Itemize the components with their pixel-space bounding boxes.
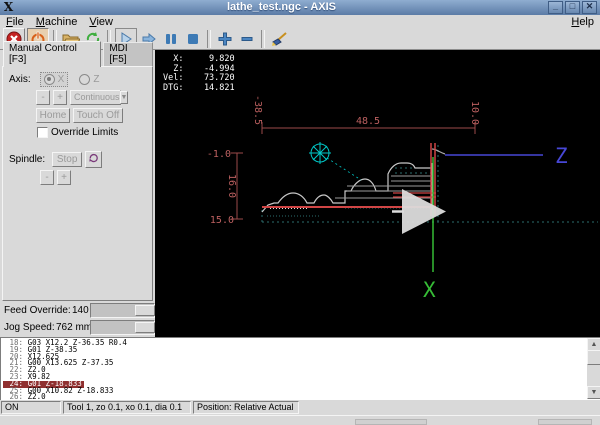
gcode-scrollbar[interactable]: ▲ ▼: [587, 338, 600, 399]
zoom-in-button[interactable]: [215, 28, 235, 49]
jog-speed-slider-thumb[interactable]: [135, 322, 155, 333]
scroll-down-icon[interactable]: ▼: [587, 386, 600, 399]
menubar-right: Help: [565, 16, 600, 28]
tool-info-status: Tool 1, zo 0.1, xo 0.1, dia 0.1: [63, 401, 191, 414]
axis-radio-group: XZ: [39, 72, 103, 87]
touch-off-button[interactable]: Touch Off: [73, 108, 123, 123]
spindle-label: Spindle:: [9, 154, 46, 165]
tab-manual-control[interactable]: Manual Control [F3]: [3, 41, 102, 67]
window-icon[interactable]: X: [2, 1, 15, 14]
jog-mode-value: Continuous: [74, 92, 120, 102]
dim-height: 16.0: [226, 174, 237, 198]
dim-bottom: 15.0: [210, 215, 234, 226]
minimize-button[interactable]: _: [548, 1, 563, 14]
jog-plus-button[interactable]: +: [53, 90, 67, 105]
spindle-minus-button[interactable]: -: [40, 170, 54, 185]
position-mode-status: Position: Relative Actual: [193, 401, 299, 414]
status-bar: ON Tool 1, zo 0.1, xo 0.1, dia 0.1 Posit…: [0, 400, 600, 415]
preview-plot[interactable]: X: 9.820 Z: -4.994 Vel: 73.720 DTG: 14.8…: [155, 50, 600, 337]
menubar-left: File Machine View: [0, 16, 565, 28]
dim-right: 10.0: [469, 101, 480, 125]
radio-icon[interactable]: [79, 74, 91, 85]
spindle-forward-button[interactable]: [85, 151, 103, 168]
window-title: lathe_test.ngc - AXIS: [226, 1, 336, 13]
menu-view[interactable]: View: [83, 16, 119, 28]
toolpath-canvas: 48.5 -38.5 10.0 -1.0 16.0 15.0 Z X: [207, 95, 598, 302]
scrollbar-thumb[interactable]: [587, 350, 600, 365]
tab-mdi[interactable]: MDI [F5]: [103, 42, 153, 67]
override-limits-checkbox[interactable]: [37, 127, 48, 138]
stop-icon: [188, 33, 198, 44]
gcode-lines: 18: G03 X12.2 Z-36.35 R0.4 19: G01 Z-38.…: [3, 339, 586, 400]
zoom-out-button[interactable]: [237, 28, 257, 49]
spindle-rotate-icon: [89, 153, 98, 163]
tool-marker-icon: [309, 142, 362, 181]
spindle-stop-button[interactable]: Stop: [52, 152, 83, 167]
plus-icon: [218, 32, 232, 45]
spindle-plus-button[interactable]: +: [57, 170, 71, 185]
gcode-line-code: Z2.0: [27, 392, 46, 400]
toolbar-separator: [261, 29, 265, 48]
menu-machine[interactable]: Machine: [30, 16, 84, 28]
dim-width: 48.5: [356, 116, 380, 127]
main-area: Manual Control [F3] MDI [F5] Axis: XZ - …: [0, 41, 600, 337]
axis-label: Axis:: [9, 74, 31, 85]
toolbar-separator: [207, 29, 211, 48]
menu-bar: File Machine View Help: [0, 15, 600, 29]
axis-radio-label: Z: [93, 74, 100, 85]
profile-hatch-lines: [335, 175, 432, 199]
dim-top: -1.0: [207, 149, 231, 160]
feed-override-slider-thumb[interactable]: [135, 305, 155, 316]
gcode-listing[interactable]: 18: G03 X12.2 Z-36.35 R0.4 19: G01 Z-38.…: [0, 337, 600, 400]
clear-plot-button[interactable]: [269, 28, 289, 49]
jog-speed-label: Jog Speed:: [4, 322, 55, 333]
x-axis-label: X: [423, 278, 436, 302]
manual-control-panel: Manual Control [F3] MDI [F5] Axis: XZ - …: [0, 41, 155, 337]
broom-icon: [272, 31, 287, 46]
close-button[interactable]: ✕: [582, 1, 597, 14]
override-limits-label: Override Limits: [51, 127, 119, 138]
z-axis-label: Z: [555, 144, 568, 168]
menu-file[interactable]: File: [0, 16, 30, 28]
pause-icon: [166, 33, 176, 44]
feed-override-label: Feed Override:: [4, 305, 71, 316]
axis-radio-z[interactable]: Z: [76, 72, 102, 87]
machine-state-status: ON: [1, 401, 61, 414]
gcode-line-number: 26:: [5, 392, 28, 400]
stop-button[interactable]: [183, 28, 203, 49]
home-button[interactable]: Home: [36, 108, 70, 123]
radio-icon[interactable]: [43, 74, 55, 85]
pause-button[interactable]: [161, 28, 181, 49]
minus-icon: [241, 36, 253, 41]
chevron-down-icon[interactable]: ▼: [119, 91, 129, 104]
menu-help[interactable]: Help: [565, 16, 600, 28]
dro-readout: X: 9.820 Z: -4.994 Vel: 73.720 DTG: 14.8…: [163, 54, 235, 93]
dim-left: -38.5: [252, 95, 263, 125]
jog-mode-select[interactable]: Continuous ▼: [70, 90, 129, 105]
maximize-button[interactable]: □: [565, 1, 580, 14]
axis-radio-label: X: [57, 74, 65, 85]
manual-control-frame: Axis: XZ - + Continuous ▼ Home Touch Off…: [2, 66, 153, 301]
feed-override-slider[interactable]: [90, 303, 155, 318]
axis-radio-x[interactable]: X: [39, 72, 69, 87]
jog-minus-button[interactable]: -: [36, 90, 50, 105]
jog-speed-slider[interactable]: [90, 320, 155, 335]
title-bar: X lathe_test.ngc - AXIS _ □ ✕: [0, 0, 600, 15]
